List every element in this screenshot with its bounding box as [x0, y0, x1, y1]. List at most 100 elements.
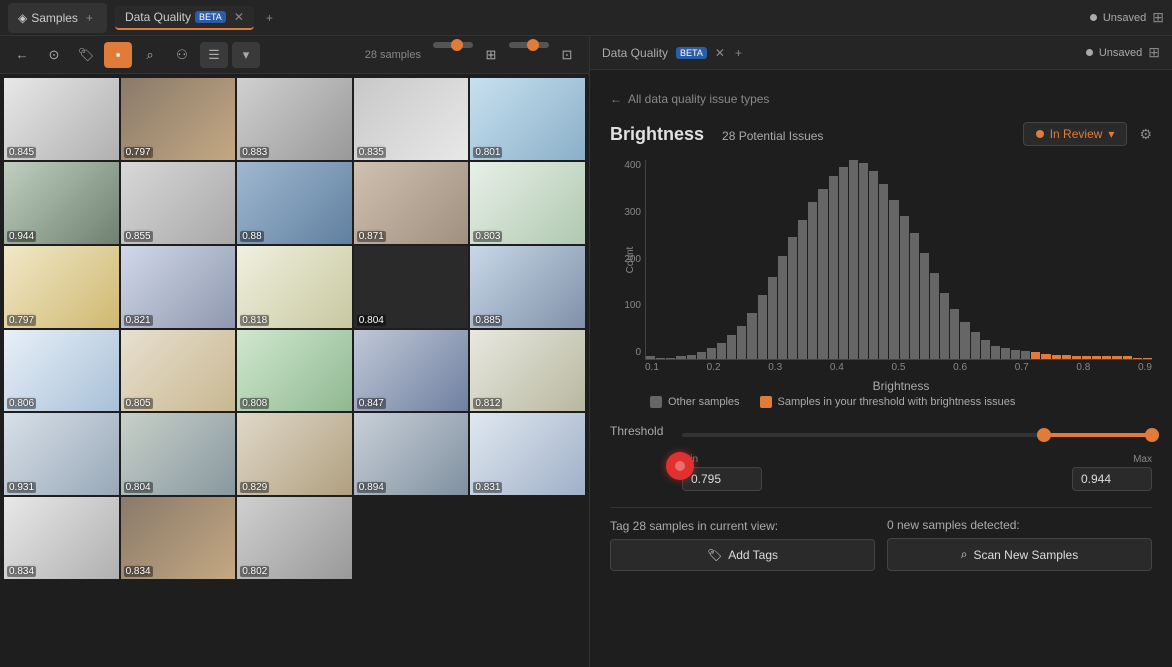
- histogram-bar: [1102, 356, 1111, 359]
- bars-row: [645, 160, 1152, 360]
- content-area: ← All data quality issue types Brightnes…: [590, 70, 1172, 667]
- threshold-slider[interactable]: [682, 427, 1152, 443]
- image-cell[interactable]: 0.88: [237, 162, 352, 244]
- image-cell[interactable]: 0.804: [121, 413, 236, 495]
- histogram-bar: [829, 176, 838, 359]
- unsaved-dot: [1090, 14, 1097, 21]
- dropdown-tool-button[interactable]: ▾: [232, 42, 260, 68]
- x-label-04: 0.4: [830, 362, 844, 373]
- add-tab-icon[interactable]: +: [82, 7, 97, 29]
- unsaved-label-right: Unsaved: [1099, 47, 1142, 59]
- select-tool-button[interactable]: ▪: [104, 42, 132, 68]
- spacing-slider[interactable]: [509, 42, 549, 48]
- histogram-bar: [930, 273, 939, 359]
- image-cell[interactable]: 0.871: [354, 162, 469, 244]
- histogram-bar: [1072, 356, 1081, 359]
- main-content: ← ⊙ 🏷 ▪ ⌕ ⚇ ☰ ▾ 28 samples ⊞ ⊡ 0.8450.79…: [0, 36, 1172, 667]
- histogram-bar: [758, 295, 767, 359]
- image-grid: 0.8450.7970.8830.8350.8010.9440.8550.880…: [0, 74, 589, 667]
- review-controls: In Review ▾ ⚙: [1023, 122, 1152, 146]
- image-cell[interactable]: 0.835: [354, 78, 469, 160]
- histogram-bar: [656, 358, 665, 359]
- image-cell[interactable]: 0.797: [4, 246, 119, 328]
- chart-area: 400 300 200 100 0 Count 0.1 0.2 0: [610, 160, 1152, 380]
- close-right-icon[interactable]: ✕: [715, 46, 725, 60]
- max-value-input[interactable]: [1072, 467, 1152, 491]
- back-link[interactable]: ← All data quality issue types: [610, 86, 1152, 112]
- add-tags-button[interactable]: 🏷 Add Tags: [610, 539, 875, 571]
- right-header: Data Quality BETA ✕ + Unsaved ⊞: [590, 36, 1172, 70]
- image-cell[interactable]: 0.804: [354, 246, 469, 328]
- tag-tool-button[interactable]: 🏷: [72, 42, 100, 68]
- data-quality-tab[interactable]: Data Quality BETA ✕: [115, 6, 254, 30]
- new-tab-icon[interactable]: +: [262, 7, 277, 29]
- min-input-group: Min: [682, 454, 762, 491]
- grid-view-button[interactable]: ⊞: [477, 42, 505, 68]
- size-slider[interactable]: [433, 42, 473, 48]
- circle-tool-button[interactable]: ⊙: [40, 42, 68, 68]
- image-cell[interactable]: 0.834: [4, 497, 119, 579]
- histogram-bar: [747, 313, 756, 359]
- histogram-bar: [991, 346, 1000, 359]
- threshold-thumb-min[interactable]: [1037, 428, 1051, 442]
- legend-other-box: [650, 396, 662, 408]
- image-cell[interactable]: 0.805: [121, 330, 236, 412]
- image-cell[interactable]: 0.797: [121, 78, 236, 160]
- image-cell[interactable]: 0.834: [121, 497, 236, 579]
- data-quality-label: Data Quality: [602, 46, 668, 60]
- add-right-icon[interactable]: +: [735, 46, 742, 60]
- samples-tab[interactable]: ◈ Samples +: [8, 3, 107, 33]
- image-cell[interactable]: 0.821: [121, 246, 236, 328]
- image-cell[interactable]: 0.855: [121, 162, 236, 244]
- grid-icon-right[interactable]: ⊞: [1148, 44, 1160, 61]
- image-cell[interactable]: 0.808: [237, 330, 352, 412]
- image-score: 0.894: [357, 482, 386, 493]
- image-score: 0.845: [7, 147, 36, 158]
- back-button[interactable]: ←: [8, 42, 36, 68]
- image-cell[interactable]: 0.831: [470, 413, 585, 495]
- potential-issues: 28 Potential Issues: [722, 129, 823, 143]
- threshold-label: Threshold: [610, 424, 670, 438]
- min-value-input[interactable]: [682, 467, 762, 491]
- image-cell[interactable]: 0.883: [237, 78, 352, 160]
- x-label-07: 0.7: [1015, 362, 1029, 373]
- samples-tab-label: Samples: [31, 11, 78, 25]
- image-cell[interactable]: 0.885: [470, 246, 585, 328]
- histogram-bar: [1092, 356, 1101, 359]
- threshold-thumb-max[interactable]: [1145, 428, 1159, 442]
- image-cell[interactable]: 0.944: [4, 162, 119, 244]
- image-cell[interactable]: 0.803: [470, 162, 585, 244]
- image-cell[interactable]: 0.845: [4, 78, 119, 160]
- image-cell[interactable]: 0.847: [354, 330, 469, 412]
- add-tags-label: Add Tags: [728, 548, 778, 562]
- review-button[interactable]: In Review ▾: [1023, 122, 1128, 146]
- image-cell[interactable]: 0.818: [237, 246, 352, 328]
- image-cell[interactable]: 0.812: [470, 330, 585, 412]
- x-label-06: 0.6: [953, 362, 967, 373]
- unsaved-area: Unsaved ⊞: [1086, 44, 1160, 61]
- crop-button[interactable]: ⊡: [553, 42, 581, 68]
- image-cell[interactable]: 0.829: [237, 413, 352, 495]
- image-cell[interactable]: 0.894: [354, 413, 469, 495]
- view-controls: ⊞ ⊡: [433, 42, 581, 68]
- image-cell[interactable]: 0.931: [4, 413, 119, 495]
- image-score: 0.812: [473, 398, 502, 409]
- histogram-bar: [910, 233, 919, 359]
- histogram-bar: [666, 358, 675, 359]
- review-label: In Review: [1050, 127, 1103, 141]
- close-tab-icon[interactable]: ✕: [234, 10, 244, 24]
- threshold-track: [682, 433, 1152, 437]
- image-cell[interactable]: 0.801: [470, 78, 585, 160]
- person-tool-button[interactable]: ⚇: [168, 42, 196, 68]
- title-group: Brightness 28 Potential Issues: [610, 124, 823, 145]
- gear-button[interactable]: ⚙: [1139, 126, 1152, 143]
- scan-button[interactable]: ⌕ Scan New Samples: [887, 538, 1152, 571]
- image-cell[interactable]: 0.806: [4, 330, 119, 412]
- list-tool-button[interactable]: ☰: [200, 42, 228, 68]
- histogram-bar: [1123, 356, 1132, 359]
- grid-icon[interactable]: ⊞: [1152, 9, 1164, 26]
- legend: Other samples Samples in your threshold …: [650, 396, 1152, 408]
- search-tool-button[interactable]: ⌕: [136, 42, 164, 68]
- image-cell[interactable]: 0.802: [237, 497, 352, 579]
- unsaved-dot-right: [1086, 49, 1093, 56]
